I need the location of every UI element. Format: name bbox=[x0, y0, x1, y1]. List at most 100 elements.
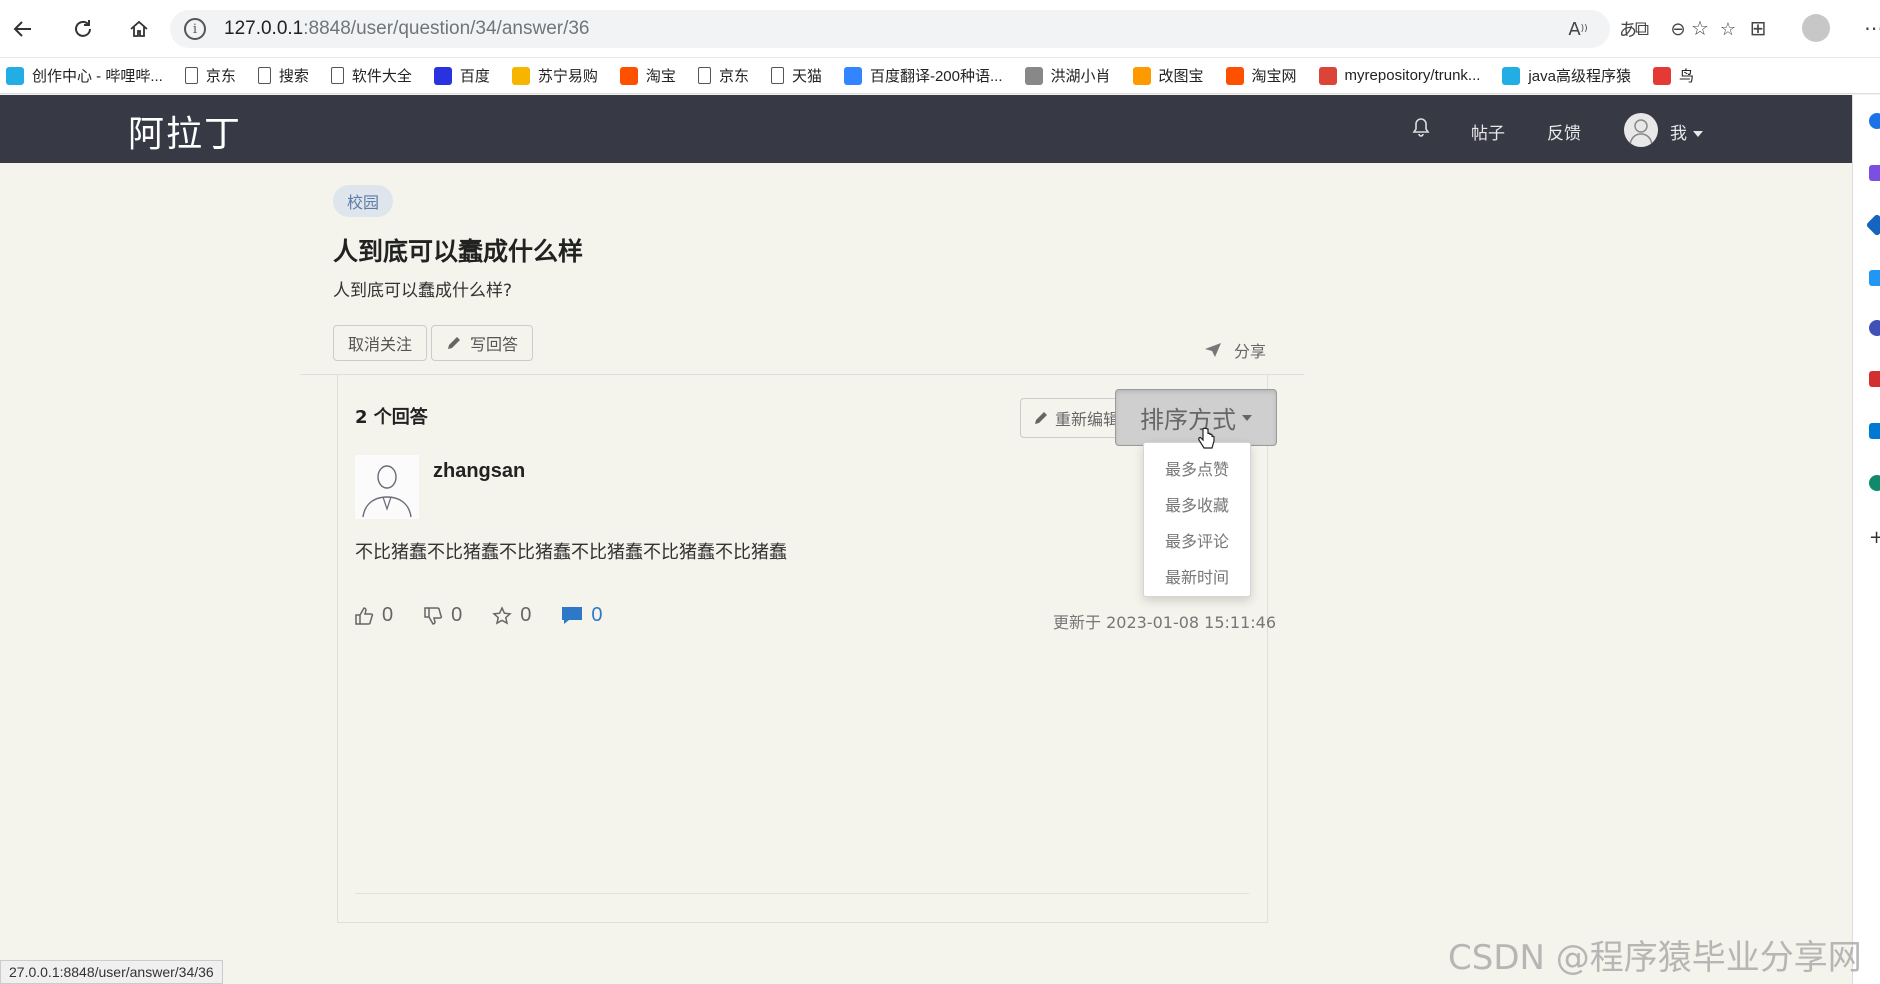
baidu-paw-icon bbox=[433, 66, 452, 85]
bookmark-item[interactable]: 软件大全 bbox=[330, 65, 412, 86]
bookmark-item[interactable]: 京东 bbox=[697, 65, 749, 86]
office-icon[interactable] bbox=[1869, 371, 1880, 387]
sort-option-most-comments[interactable]: 最多评论 bbox=[1144, 522, 1250, 558]
user-avatar[interactable] bbox=[1624, 113, 1658, 147]
answer-actions: 0 0 0 0 bbox=[354, 604, 633, 627]
answers-panel bbox=[337, 375, 1268, 923]
sort-option-newest[interactable]: 最新时间 bbox=[1144, 558, 1250, 594]
home-icon[interactable] bbox=[122, 12, 156, 46]
like-button[interactable]: 0 bbox=[354, 604, 393, 627]
bookmark-label: 改图宝 bbox=[1158, 68, 1204, 85]
page-icon bbox=[184, 67, 198, 84]
site-info-icon[interactable]: i bbox=[184, 18, 206, 40]
bookmark-item[interactable]: 百度 bbox=[433, 65, 490, 86]
profile-icon[interactable] bbox=[1802, 14, 1830, 42]
copilot-icon[interactable] bbox=[1869, 165, 1880, 181]
bookmark-item[interactable]: 搜索 bbox=[257, 65, 309, 86]
pencil-icon bbox=[1035, 412, 1047, 424]
collections-icon[interactable]: ⊞ bbox=[1744, 14, 1772, 42]
page-icon bbox=[770, 67, 784, 84]
bookmark-item[interactable]: 洪湖小肖 bbox=[1024, 65, 1111, 86]
nav-feedback[interactable]: 反馈 bbox=[1547, 119, 1581, 144]
bookmark-label: 搜索 bbox=[278, 68, 309, 85]
bookmark-label: 京东 bbox=[205, 68, 236, 85]
more-icon[interactable]: ⋯ bbox=[1860, 14, 1880, 42]
bookmark-label: 创作中心 - 哔哩哔... bbox=[32, 68, 163, 85]
share-button[interactable]: 分享 bbox=[1204, 338, 1266, 362]
back-arrow-icon[interactable] bbox=[6, 12, 40, 46]
address-bar[interactable]: i 127.0.0.1:8848/user/question/34/answer… bbox=[170, 10, 1610, 48]
bookmark-item[interactable]: myrepository/trunk... bbox=[1318, 66, 1481, 85]
bookmark-label: 淘宝 bbox=[645, 68, 676, 85]
bookmark-item[interactable]: 京东 bbox=[184, 65, 236, 86]
answer-username[interactable]: zhangsan bbox=[433, 460, 525, 483]
nav-posts[interactable]: 帖子 bbox=[1471, 119, 1505, 144]
taobao-icon bbox=[619, 66, 638, 85]
outlook-icon[interactable] bbox=[1869, 423, 1880, 439]
site-logo[interactable]: 阿拉丁 bbox=[128, 105, 242, 157]
bookmark-label: 天猫 bbox=[791, 68, 822, 85]
bookmark-label: java高级程序猿 bbox=[1528, 68, 1631, 85]
share-label: 分享 bbox=[1234, 342, 1267, 361]
bookmarks-bar: 创作中心 - 哔哩哔... 京东 搜索 软件大全 百度 苏宁易购 淘宝 京东 天猫 百度翻译-20… bbox=[0, 58, 1880, 94]
url-text[interactable]: 127.0.0.1:8848/user/question/34/answer/3… bbox=[224, 18, 590, 40]
status-bar-url: 27.0.0.1:8848/user/answer/34/36 bbox=[0, 960, 223, 984]
write-answer-button[interactable]: 写回答 bbox=[431, 325, 534, 361]
gaitubao-icon bbox=[1132, 66, 1151, 85]
unfollow-button[interactable]: 取消关注 bbox=[333, 325, 428, 361]
bookmark-item[interactable]: 鸟 bbox=[1652, 65, 1694, 86]
star-icon bbox=[492, 605, 512, 625]
comment-icon bbox=[562, 606, 583, 624]
bookmark-label: 鸟 bbox=[1678, 68, 1694, 85]
add-icon[interactable]: + bbox=[1869, 527, 1880, 548]
taobao-icon bbox=[1225, 66, 1244, 85]
divider bbox=[355, 893, 1249, 894]
like-count: 0 bbox=[382, 604, 394, 626]
extensions-icon[interactable]: ⧉ bbox=[1628, 14, 1656, 42]
dislike-button[interactable]: 0 bbox=[423, 604, 462, 627]
question-tag[interactable]: 校园 bbox=[333, 185, 394, 217]
page-icon bbox=[697, 67, 711, 84]
read-aloud-icon[interactable]: A)) bbox=[1566, 18, 1590, 40]
sort-menu: 最多点赞 最多收藏 最多评论 最新时间 bbox=[1143, 442, 1251, 597]
bookmark-label: myrepository/trunk... bbox=[1344, 67, 1481, 84]
bookmark-label: 软件大全 bbox=[351, 68, 412, 85]
browser-sidebar: + bbox=[1852, 95, 1880, 984]
suning-icon bbox=[511, 66, 530, 85]
bell-icon[interactable] bbox=[1412, 117, 1430, 142]
caret-down-icon bbox=[1693, 131, 1703, 137]
bookmark-item[interactable]: 改图宝 bbox=[1132, 65, 1204, 86]
sort-option-most-likes[interactable]: 最多点赞 bbox=[1144, 450, 1250, 486]
sort-dropdown-button[interactable]: 排序方式 bbox=[1115, 389, 1277, 446]
answer-user-avatar[interactable] bbox=[355, 455, 419, 519]
user-menu[interactable]: 我 bbox=[1670, 119, 1703, 144]
shopping-icon[interactable] bbox=[1865, 213, 1880, 237]
reload-icon[interactable] bbox=[66, 12, 100, 46]
comment-button[interactable]: 0 bbox=[561, 604, 603, 627]
bookmark-item[interactable]: 淘宝网 bbox=[1225, 65, 1297, 86]
tools-icon[interactable] bbox=[1869, 270, 1880, 286]
bookmark-item[interactable]: 淘宝 bbox=[619, 65, 676, 86]
bookmark-item[interactable]: java高级程序猿 bbox=[1502, 65, 1631, 86]
bilibili-icon bbox=[1502, 66, 1521, 85]
bilibili-icon bbox=[6, 66, 24, 85]
favorites-icon[interactable]: ☆ bbox=[1686, 14, 1714, 42]
drop-icon[interactable] bbox=[1869, 475, 1880, 491]
bookmark-label: 洪湖小肖 bbox=[1050, 68, 1111, 85]
bookmark-item[interactable]: 苏宁易购 bbox=[511, 65, 598, 86]
bookmark-label: 淘宝网 bbox=[1251, 68, 1297, 85]
search-icon[interactable] bbox=[1869, 113, 1880, 129]
bookmark-item[interactable]: 百度翻译-200种语... bbox=[843, 65, 1003, 86]
favorite-button[interactable]: 0 bbox=[492, 604, 531, 627]
watermark: CSDN @程序猿毕业分享网 bbox=[1448, 938, 1862, 978]
bookmark-item[interactable]: 天猫 bbox=[770, 65, 822, 86]
bookmark-label: 百度翻译-200种语... bbox=[869, 68, 1003, 85]
bookmark-item[interactable]: 创作中心 - 哔哩哔... bbox=[6, 65, 163, 86]
dislike-count: 0 bbox=[451, 604, 463, 626]
answers-count: 2 个回答 bbox=[355, 407, 428, 428]
bird-red-icon bbox=[1652, 66, 1671, 85]
people-icon[interactable] bbox=[1869, 320, 1880, 336]
browser-toolbar: i 127.0.0.1:8848/user/question/34/answer… bbox=[0, 0, 1880, 58]
site-header: 阿拉丁 帖子 反馈 我 bbox=[0, 95, 1852, 163]
sort-option-most-favorites[interactable]: 最多收藏 bbox=[1144, 486, 1250, 522]
